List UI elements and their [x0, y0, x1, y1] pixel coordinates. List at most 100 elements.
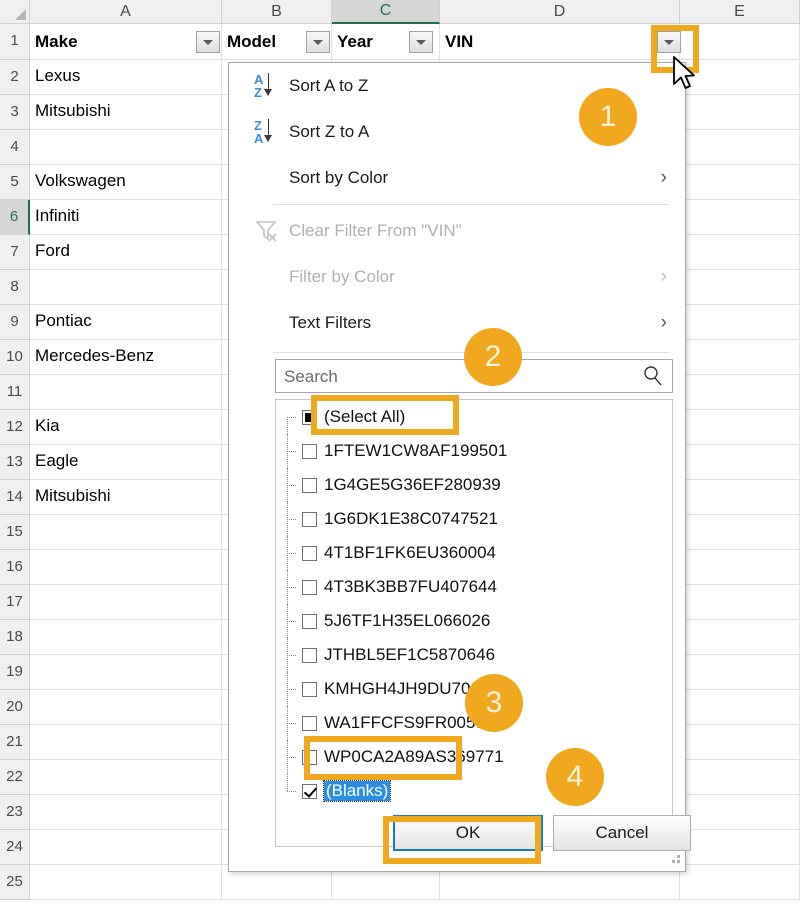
filter-list-item[interactable]: 1FTEW1CW8AF199501 — [276, 434, 672, 468]
filter-list-item[interactable]: (Select All) — [276, 400, 672, 434]
row-header-11[interactable]: 11 — [0, 375, 30, 410]
cell-A12[interactable]: Kia — [30, 410, 222, 445]
filter-list-item[interactable]: WP0CA2A89AS369771 — [276, 740, 672, 774]
column-header-a[interactable]: A — [30, 0, 222, 24]
search-input[interactable] — [282, 360, 626, 394]
filter-list-item[interactable]: 5J6TF1H35EL066026 — [276, 604, 672, 638]
checkbox-unchecked[interactable] — [302, 613, 317, 629]
cell-E8[interactable] — [680, 270, 800, 305]
cell-A7[interactable]: Ford — [30, 235, 222, 270]
cell-E12[interactable] — [680, 410, 800, 445]
cell-E2[interactable] — [680, 60, 800, 95]
cell-A17[interactable] — [30, 585, 222, 620]
row-header-21[interactable]: 21 — [0, 725, 30, 760]
cell-E14[interactable] — [680, 480, 800, 515]
cell-E19[interactable] — [680, 655, 800, 690]
cell-A16[interactable] — [30, 550, 222, 585]
row-header-3[interactable]: 3 — [0, 95, 30, 130]
column-header-e[interactable]: E — [680, 0, 800, 24]
cell-A24[interactable] — [30, 830, 222, 865]
cell-E22[interactable] — [680, 760, 800, 795]
cell-E18[interactable] — [680, 620, 800, 655]
column-header-d[interactable]: D — [440, 0, 680, 24]
checkbox-unchecked[interactable] — [302, 681, 317, 697]
cell-E17[interactable] — [680, 585, 800, 620]
checkbox-checked[interactable] — [302, 783, 317, 799]
filter-list-item[interactable]: (Blanks) — [276, 774, 672, 808]
menu-item-clear-filter[interactable]: Clear Filter From "VIN" — [229, 208, 685, 254]
cell-A9[interactable]: Pontiac — [30, 305, 222, 340]
cell-A6[interactable]: Infiniti — [30, 200, 222, 235]
cell-E10[interactable] — [680, 340, 800, 375]
row-header-19[interactable]: 19 — [0, 655, 30, 690]
cell-E9[interactable] — [680, 305, 800, 340]
filter-button-vin[interactable] — [657, 31, 681, 53]
menu-item-sort-by-color[interactable]: Sort by Color › — [229, 155, 685, 201]
menu-item-filter-by-color[interactable]: Filter by Color › — [229, 254, 685, 300]
filter-list-item[interactable]: 1G6DK1E38C0747521 — [276, 502, 672, 536]
cancel-button[interactable]: Cancel — [553, 815, 691, 851]
column-header-b[interactable]: B — [222, 0, 332, 24]
cell-E7[interactable] — [680, 235, 800, 270]
row-header-22[interactable]: 22 — [0, 760, 30, 795]
row-header-2[interactable]: 2 — [0, 60, 30, 95]
cell-A10[interactable]: Mercedes-Benz — [30, 340, 222, 375]
cell-A25[interactable] — [30, 865, 222, 900]
cell-A2[interactable]: Lexus — [30, 60, 222, 95]
cell-A3[interactable]: Mitsubishi — [30, 95, 222, 130]
cell-A13[interactable]: Eagle — [30, 445, 222, 480]
row-header-12[interactable]: 12 — [0, 410, 30, 445]
cell-A22[interactable] — [30, 760, 222, 795]
row-header-25[interactable]: 25 — [0, 865, 30, 900]
select-all-corner[interactable] — [0, 0, 30, 24]
filter-button-year[interactable] — [409, 31, 433, 53]
cell-E15[interactable] — [680, 515, 800, 550]
row-header-14[interactable]: 14 — [0, 480, 30, 515]
cell-E25[interactable] — [680, 865, 800, 900]
cell-E24[interactable] — [680, 830, 800, 865]
checkbox-indeterminate[interactable] — [302, 409, 317, 425]
resize-grip-icon[interactable] — [669, 855, 681, 867]
cell-A15[interactable] — [30, 515, 222, 550]
cell-A14[interactable]: Mitsubishi — [30, 480, 222, 515]
checkbox-unchecked[interactable] — [302, 477, 317, 493]
ok-button[interactable]: OK — [393, 815, 543, 851]
checkbox-unchecked[interactable] — [302, 647, 317, 663]
cell-a1-make[interactable]: Make — [30, 24, 222, 60]
cell-E21[interactable] — [680, 725, 800, 760]
cell-E11[interactable] — [680, 375, 800, 410]
menu-item-text-filters[interactable]: Text Filters › — [229, 300, 685, 346]
cell-A5[interactable]: Volkswagen — [30, 165, 222, 200]
row-header-17[interactable]: 17 — [0, 585, 30, 620]
cell-E5[interactable] — [680, 165, 800, 200]
filter-list-item[interactable]: 1G4GE5G36EF280939 — [276, 468, 672, 502]
row-header-1[interactable]: 1 — [0, 24, 30, 60]
row-header-15[interactable]: 15 — [0, 515, 30, 550]
cell-E4[interactable] — [680, 130, 800, 165]
cell-E23[interactable] — [680, 795, 800, 830]
row-header-5[interactable]: 5 — [0, 165, 30, 200]
row-header-24[interactable]: 24 — [0, 830, 30, 865]
checkbox-unchecked[interactable] — [302, 749, 317, 765]
row-header-9[interactable]: 9 — [0, 305, 30, 340]
column-header-c[interactable]: C — [332, 0, 440, 24]
cell-E20[interactable] — [680, 690, 800, 725]
row-header-23[interactable]: 23 — [0, 795, 30, 830]
row-header-10[interactable]: 10 — [0, 340, 30, 375]
cell-d1-vin[interactable]: VIN — [440, 24, 680, 60]
filter-button-make[interactable] — [196, 31, 220, 53]
row-header-6[interactable]: 6 — [0, 200, 30, 235]
row-header-18[interactable]: 18 — [0, 620, 30, 655]
checkbox-unchecked[interactable] — [302, 511, 317, 527]
cell-A8[interactable] — [30, 270, 222, 305]
cell-e1[interactable] — [680, 24, 800, 60]
cell-A23[interactable] — [30, 795, 222, 830]
cell-E3[interactable] — [680, 95, 800, 130]
row-header-7[interactable]: 7 — [0, 235, 30, 270]
row-header-4[interactable]: 4 — [0, 130, 30, 165]
cell-A11[interactable] — [30, 375, 222, 410]
cell-E13[interactable] — [680, 445, 800, 480]
filter-list-item[interactable]: 4T1BF1FK6EU360004 — [276, 536, 672, 570]
row-header-16[interactable]: 16 — [0, 550, 30, 585]
cell-E16[interactable] — [680, 550, 800, 585]
